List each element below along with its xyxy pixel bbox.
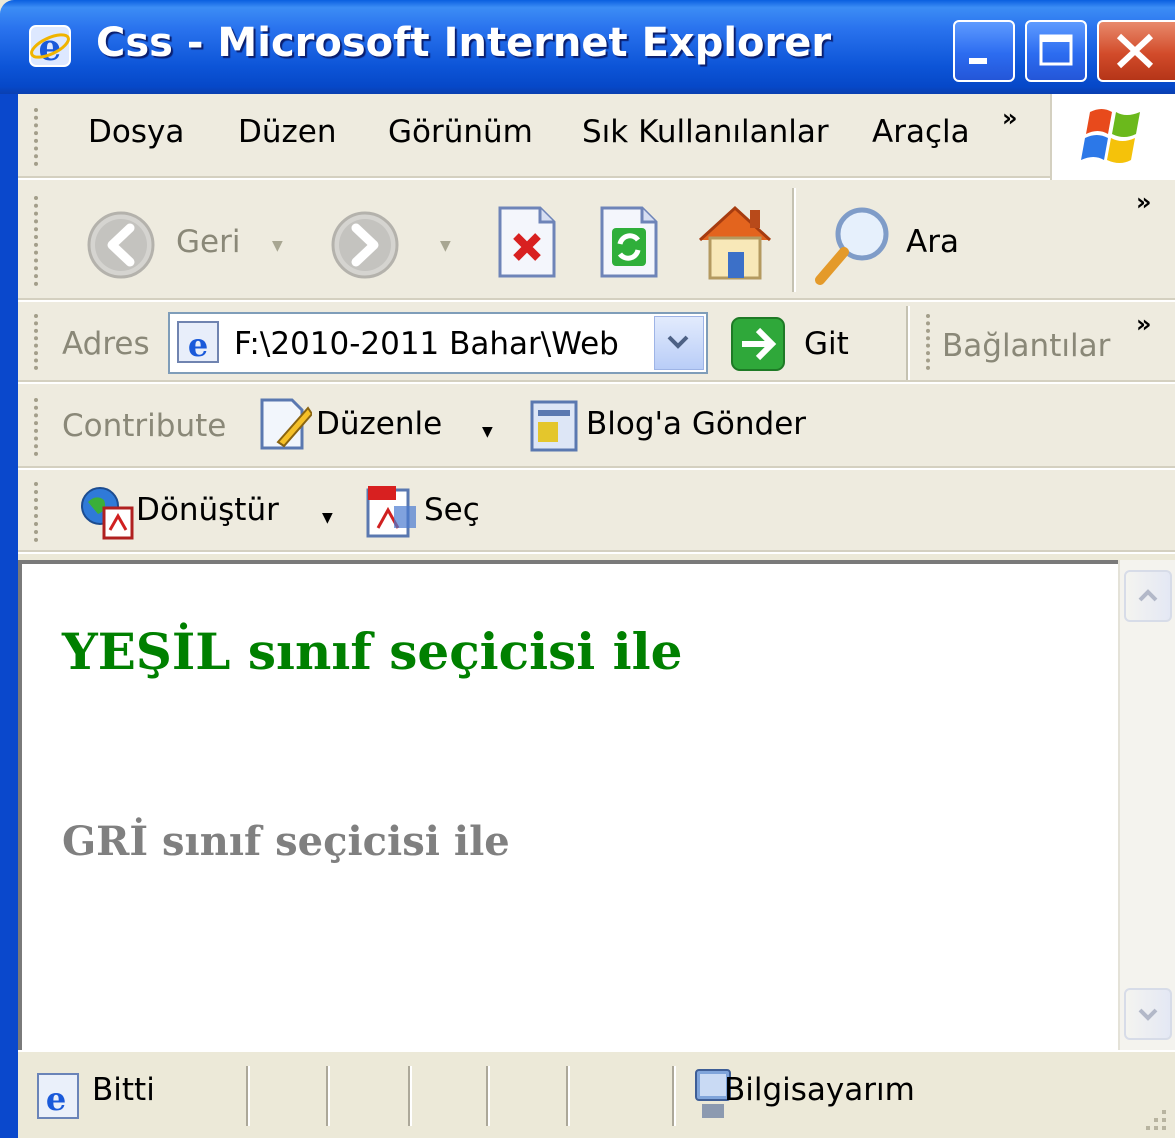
menu-aracla[interactable]: Araçla	[872, 114, 970, 150]
minimize-button[interactable]	[953, 20, 1015, 82]
toolbar-grip[interactable]	[34, 314, 42, 370]
forward-button[interactable]	[330, 210, 400, 284]
edit-icon-button[interactable]	[258, 396, 314, 456]
status-separator	[672, 1066, 676, 1126]
home-button[interactable]	[692, 198, 778, 288]
stop-button[interactable]	[494, 204, 560, 284]
back-button[interactable]	[86, 210, 156, 284]
go-label[interactable]: Git	[804, 326, 849, 362]
refresh-button[interactable]	[596, 204, 662, 284]
globe-pdf-icon	[81, 487, 134, 540]
toolbar-grip[interactable]	[34, 196, 42, 286]
menu-duzen[interactable]: Düzen	[238, 114, 337, 150]
links-overflow-chevron[interactable]: »	[1136, 310, 1151, 338]
resize-grip-icon[interactable]	[1136, 1106, 1170, 1136]
close-button[interactable]	[1097, 20, 1175, 82]
close-icon	[1116, 33, 1154, 69]
edit-label[interactable]: Düzenle	[316, 406, 442, 442]
toolbar-grip[interactable]	[34, 108, 42, 166]
back-arrow-icon	[87, 211, 155, 279]
toolbar-grip[interactable]	[34, 482, 42, 542]
contribute-label: Contribute	[62, 408, 227, 444]
search-label[interactable]: Ara	[906, 224, 959, 260]
chevron-up-icon	[1138, 589, 1158, 602]
select-label[interactable]: Seç	[424, 492, 480, 528]
scroll-down-button[interactable]	[1124, 988, 1172, 1040]
scroll-up-button[interactable]	[1124, 570, 1172, 622]
back-label[interactable]: Geri	[176, 224, 240, 260]
go-button[interactable]	[730, 316, 786, 376]
status-separator	[486, 1066, 490, 1126]
status-separator	[566, 1066, 570, 1126]
convert-label[interactable]: Dönüştür	[136, 492, 279, 528]
window-title: Css - Microsoft Internet Explorer	[96, 20, 832, 66]
windows-flag-icon	[1081, 109, 1140, 163]
toolbar-separator	[792, 188, 796, 292]
windows-logo-area	[1050, 94, 1175, 180]
maximize-icon	[1039, 34, 1073, 66]
back-dropdown-arrow[interactable]: ▼	[272, 238, 283, 254]
convert-icon-button[interactable]	[78, 484, 136, 544]
address-dropdown-button[interactable]	[654, 316, 704, 370]
window-frame-left	[0, 94, 18, 1138]
page-icon: e	[177, 321, 219, 364]
menu-bar: Dosya Düzen Görünüm Sık Kullanılanlar Ar…	[0, 94, 1175, 180]
links-grip[interactable]	[926, 314, 934, 370]
contribute-toolbar: Contribute Düzenle ▼ Blog'a Gönder	[0, 384, 1175, 470]
search-button[interactable]	[812, 202, 896, 290]
pdf-toolbar: Dönüştür ▼ Seç	[0, 470, 1175, 554]
svg-text:e: e	[39, 27, 62, 69]
menu-gorunum[interactable]: Görünüm	[388, 114, 533, 150]
address-bar: Adres e F:\2010-2011 Bahar\Web Git Bağla…	[0, 302, 1175, 384]
menu-sik-kullanilanlar[interactable]: Sık Kullanılanlar	[582, 114, 829, 150]
zone-label: Bilgisayarım	[724, 1072, 915, 1108]
search-magnifier-icon	[815, 207, 889, 285]
home-icon	[698, 205, 772, 280]
ie-window: e Css - Microsoft Internet Explorer Dosy…	[0, 0, 1175, 1138]
toolbar-separator	[906, 306, 910, 380]
title-bar[interactable]: e Css - Microsoft Internet Explorer	[0, 0, 1175, 94]
vertical-scrollbar[interactable]	[1118, 560, 1175, 1050]
blog-label[interactable]: Blog'a Gönder	[586, 406, 806, 442]
edit-dropdown-arrow[interactable]: ▼	[482, 424, 493, 440]
menu-overflow-chevron[interactable]: »	[1002, 104, 1017, 132]
forward-dropdown-arrow[interactable]: ▼	[440, 238, 451, 254]
menu-dosya[interactable]: Dosya	[88, 114, 184, 150]
blog-post-icon	[530, 400, 578, 452]
toolbar-overflow-chevron[interactable]: »	[1136, 188, 1151, 216]
maximize-button[interactable]	[1025, 20, 1087, 82]
svg-text:e: e	[46, 1080, 66, 1118]
ie-logo-icon: e	[29, 25, 71, 69]
status-text: Bitti	[92, 1072, 155, 1108]
minimize-icon	[969, 58, 987, 64]
status-separator	[408, 1066, 412, 1126]
go-arrow-icon	[731, 317, 785, 371]
chevron-down-icon	[1138, 1008, 1158, 1021]
page-done-icon: e	[37, 1073, 79, 1119]
edit-page-pencil-icon	[260, 398, 314, 450]
refresh-icon	[600, 206, 658, 278]
forward-arrow-icon	[331, 211, 399, 279]
stop-icon	[498, 206, 556, 278]
green-heading: YEŞİL sınıf seçicisi ile	[62, 622, 683, 681]
links-label[interactable]: Bağlantılar	[942, 328, 1110, 364]
chevron-down-icon	[667, 335, 689, 349]
status-separator	[326, 1066, 330, 1126]
address-input[interactable]: e F:\2010-2011 Bahar\Web	[168, 312, 708, 374]
standard-toolbar: Geri ▼ ▼ Ara »	[0, 180, 1175, 302]
gray-heading: GRİ sınıf seçicisi ile	[62, 818, 510, 865]
status-separator	[246, 1066, 250, 1126]
svg-text:e: e	[188, 326, 208, 364]
toolbar-grip[interactable]	[34, 398, 42, 456]
pdf-select-icon	[366, 486, 416, 538]
address-label: Adres	[62, 326, 150, 362]
convert-dropdown-arrow[interactable]: ▼	[322, 510, 333, 526]
blog-icon-button[interactable]	[528, 398, 582, 458]
status-bar: e Bitti Bilgisayarım	[18, 1050, 1175, 1138]
address-value[interactable]: F:\2010-2011 Bahar\Web	[234, 326, 619, 362]
select-icon-button[interactable]	[364, 482, 422, 544]
